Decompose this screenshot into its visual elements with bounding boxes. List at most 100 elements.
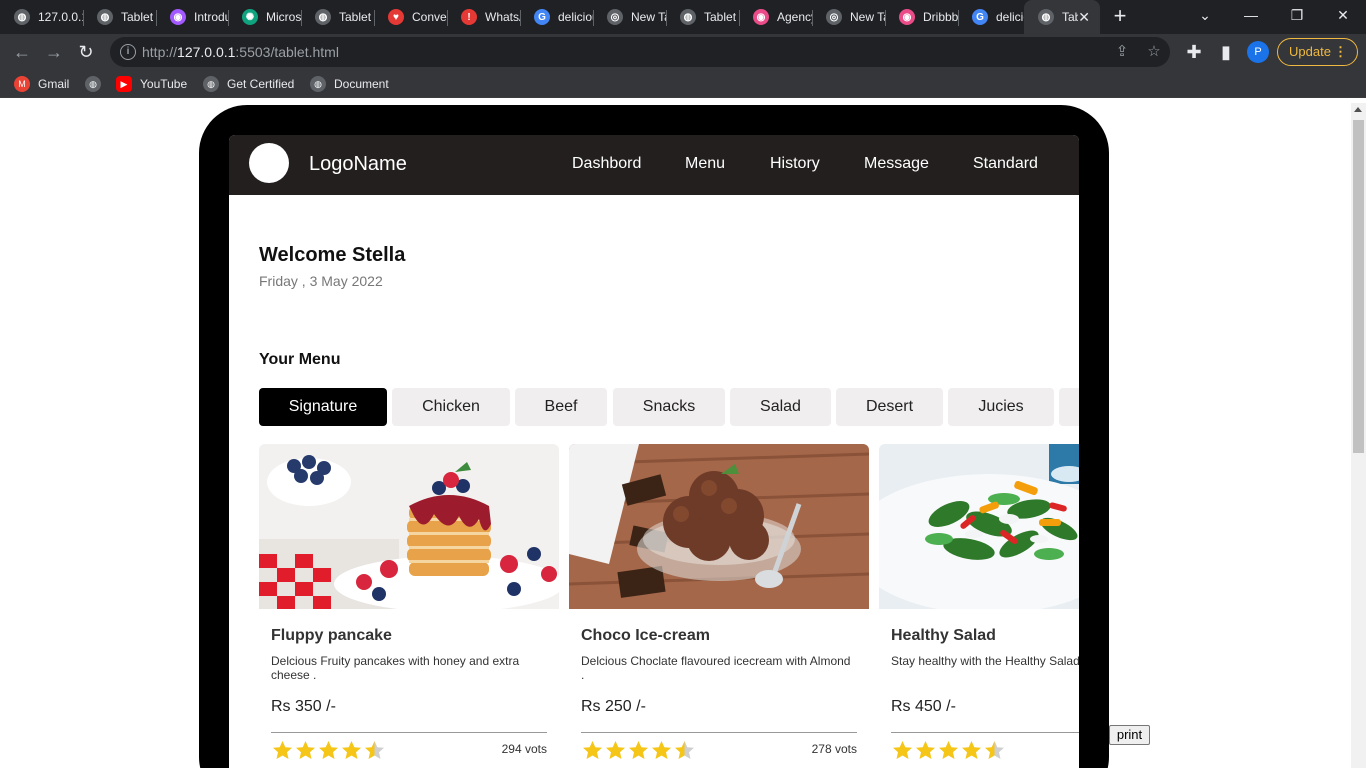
tab-separator <box>447 10 448 26</box>
address-url[interactable]: http://127.0.0.1:5503/tablet.html <box>142 44 339 60</box>
nav-link-history[interactable]: History <box>770 155 820 173</box>
star-icon <box>937 740 960 760</box>
address-bar[interactable]: i http://127.0.0.1:5503/tablet.html ⇪ ☆ <box>110 37 1170 67</box>
browser-tab[interactable]: ! WhatsApp <box>447 0 520 34</box>
category-tab-beef[interactable]: Beef <box>515 388 607 426</box>
tab-label: Agency <box>777 10 812 24</box>
youtube-icon: ▶ <box>116 76 132 92</box>
tablet-frame: LogoName Dashbord Menu History Message Stand… <box>199 105 1109 768</box>
browser-tab[interactable]: ◍ Tablet <box>301 0 374 34</box>
tablet-screen: LogoName Dashbord Menu History Message Stand… <box>229 135 1079 768</box>
category-tab-salad[interactable]: Salad <box>730 388 831 426</box>
tab-label: Tablet <box>339 10 372 24</box>
menu-card[interactable]: Healthy Salad Stay healthy with the Heal… <box>879 444 1079 768</box>
category-tab-jucies[interactable]: Jucies <box>948 388 1054 426</box>
star-icon <box>914 740 937 760</box>
tab-label: Tablet <box>704 10 737 24</box>
category-tab-desert[interactable]: Desert <box>836 388 943 426</box>
menu-heading: Your Menu <box>259 351 341 368</box>
print-button[interactable]: print <box>1109 725 1150 745</box>
bookmark-item[interactable]: ◍ Get Certified <box>203 70 294 98</box>
bookmarks-bar: M Gmail ◍ ▶ YouTube ◍ Get Certified ◍ Document <box>0 70 1366 98</box>
scroll-up-icon[interactable] <box>1354 107 1362 112</box>
bookmark-label: Document <box>334 77 389 91</box>
food-image <box>259 444 559 609</box>
tab-search-icon[interactable]: ⌄ <box>1182 0 1228 30</box>
globe-icon: ◍ <box>315 9 331 25</box>
more-icon[interactable]: ⋮ <box>1334 39 1347 65</box>
tab-label: Microsoft <box>266 10 301 24</box>
logo-icon <box>249 143 289 183</box>
extensions-icon[interactable]: ✚ <box>1182 40 1206 64</box>
card-title: Choco Ice-cream <box>581 627 710 644</box>
card-description: Delcious Choclate flavoured icecream wit… <box>581 654 851 682</box>
browser-tab[interactable]: ◉ Agency <box>739 0 812 34</box>
rating-stars <box>271 740 386 760</box>
bookmark-item[interactable]: ◍ Document <box>310 70 389 98</box>
update-button[interactable]: Update ⋮ <box>1277 38 1358 66</box>
scrollbar-thumb[interactable] <box>1353 120 1364 453</box>
tab-label: Tablet <box>121 10 154 24</box>
bookmark-label: YouTube <box>140 77 188 91</box>
minimize-icon[interactable]: — <box>1228 0 1274 30</box>
nav-link-dashbord[interactable]: Dashbord <box>572 155 641 173</box>
dribbble-icon: ◉ <box>753 9 769 25</box>
star-icon <box>581 740 604 760</box>
tab-label: delicious <box>996 10 1024 24</box>
globe-icon: ◍ <box>1038 9 1054 25</box>
back-icon[interactable]: ← <box>10 40 34 64</box>
card-divider <box>271 732 547 733</box>
bookmark-item[interactable]: ◍ <box>85 70 109 98</box>
browser-tab[interactable]: ◎ New Tab <box>593 0 666 34</box>
browser-tab[interactable]: ◍ Tablet <box>83 0 156 34</box>
menu-card[interactable]: Fluppy pancake Delcious Fruity pancakes … <box>259 444 559 768</box>
browser-toolbar: ← → ↻ i http://127.0.0.1:5503/tablet.htm… <box>0 34 1366 70</box>
food-image <box>879 444 1079 609</box>
restore-icon[interactable]: ❐ <box>1274 0 1320 30</box>
browser-tab[interactable]: ✺ Microsoft <box>228 0 301 34</box>
nav-link-menu[interactable]: Menu <box>685 155 725 173</box>
browser-tab[interactable]: ◉ Dribbble <box>885 0 958 34</box>
current-date: Friday , 3 May 2022 <box>259 273 383 289</box>
page-scrollbar[interactable] <box>1351 103 1366 768</box>
tab-close-icon[interactable]: ✕ <box>1078 9 1090 26</box>
food-image <box>569 444 869 609</box>
category-tab-signature[interactable]: Signature <box>259 388 387 426</box>
side-panel-icon[interactable]: ▮ <box>1214 40 1238 64</box>
browser-tab[interactable]: ◍ Tablet✕ <box>1024 0 1100 34</box>
welcome-heading: Welcome Stella <box>259 244 406 266</box>
browser-tab[interactable]: ◉ Introduction <box>156 0 228 34</box>
reload-icon[interactable]: ↻ <box>74 40 98 64</box>
category-tab-snacks[interactable]: Snacks <box>613 388 725 426</box>
tab-separator <box>739 10 740 26</box>
bookmark-star-icon[interactable]: ☆ <box>1144 42 1164 62</box>
bookmark-item[interactable]: ▶ YouTube <box>116 70 187 98</box>
nav-link-message[interactable]: Message <box>864 155 929 173</box>
star-icon <box>271 740 294 760</box>
browser-tab[interactable]: ◍ Tablet <box>666 0 739 34</box>
forward-icon[interactable]: → <box>42 40 66 64</box>
nav-link-standard[interactable]: Standard <box>973 155 1038 173</box>
category-tab-chicken[interactable]: Chicken <box>392 388 510 426</box>
share-icon[interactable]: ⇪ <box>1112 42 1132 62</box>
gmail-icon: M <box>14 76 30 92</box>
card-price: Rs 250 /- <box>581 698 646 715</box>
chatgpt-icon: ✺ <box>242 9 258 25</box>
category-tab-overflow[interactable] <box>1059 388 1079 426</box>
browser-tab[interactable]: ◎ New Tab <box>812 0 885 34</box>
site-info-icon[interactable]: i <box>120 44 136 60</box>
browser-tab[interactable]: ◍ 127.0.0.1 <box>0 0 83 34</box>
browser-tab[interactable]: Gdelicious <box>958 0 1024 34</box>
profile-avatar[interactable]: P <box>1247 41 1269 63</box>
browser-tab[interactable]: ♥ Convert <box>374 0 447 34</box>
star-icon <box>673 740 696 760</box>
window-close-icon[interactable]: ✕ <box>1320 0 1366 30</box>
tab-separator <box>520 10 521 26</box>
tab-label: New Tab <box>631 10 666 24</box>
tab-separator <box>156 10 157 26</box>
new-tab-button[interactable]: + <box>1108 4 1132 30</box>
bookmark-item[interactable]: M Gmail <box>14 70 69 98</box>
browser-tab[interactable]: Gdelicious <box>520 0 593 34</box>
globe-icon: ◍ <box>85 76 101 92</box>
menu-card[interactable]: Choco Ice-cream Delcious Choclate flavou… <box>569 444 869 768</box>
